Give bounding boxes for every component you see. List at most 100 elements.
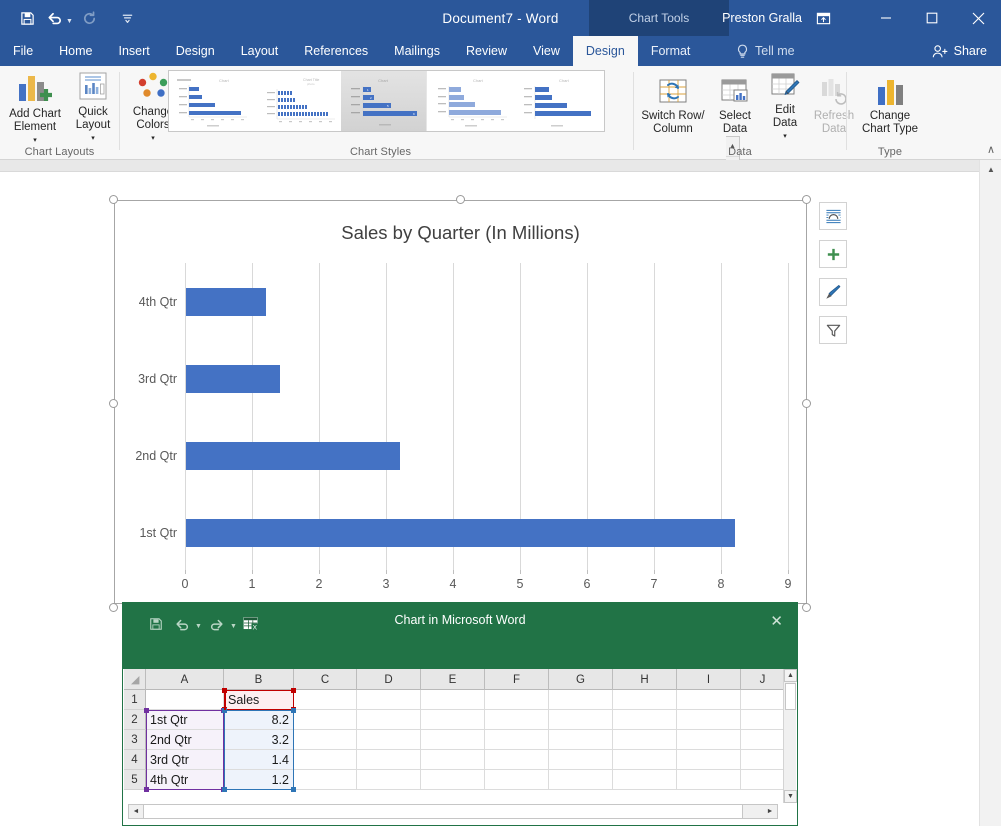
cell-e3[interactable] — [421, 730, 485, 750]
cell-f1[interactable] — [485, 690, 549, 710]
add-chart-element-button[interactable]: Add Chart Element ▾ — [2, 71, 68, 144]
chart-plot-area[interactable]: 4th Qtr 3rd Qtr 2nd Qtr 1st Qtr 0 1 2 3 … — [135, 263, 791, 591]
row-header-5[interactable]: 5 — [124, 770, 146, 790]
cell-a4[interactable]: 3rd Qtr — [146, 750, 224, 770]
close-button[interactable] — [955, 0, 1001, 36]
cell-f5[interactable] — [485, 770, 549, 790]
chart-style-thumbnail-4[interactable]: Chart — [427, 71, 513, 131]
layout-options-icon[interactable] — [819, 202, 847, 230]
quick-layout-dropdown-icon[interactable]: ▾ — [91, 132, 95, 145]
quick-layout-button[interactable]: Quick Layout ▾ — [60, 71, 126, 143]
cell-e2[interactable] — [421, 710, 485, 730]
chart-style-thumbnail-2[interactable]: Chart Title photo — [255, 71, 341, 131]
row-header-3[interactable]: 3 — [124, 730, 146, 750]
cell-d3[interactable] — [357, 730, 421, 750]
chart-handle-e[interactable] — [802, 399, 811, 408]
chart-styles-icon[interactable] — [819, 278, 847, 306]
row-header-1[interactable]: 1 — [124, 690, 146, 710]
bar-2nd-qtr[interactable]: 2nd Qtr — [135, 442, 400, 470]
datasheet-vscroll-thumb[interactable] — [785, 683, 796, 710]
cell-a1[interactable] — [146, 690, 224, 710]
cell-c1[interactable] — [294, 690, 357, 710]
cell-a2[interactable]: 1st Qtr — [146, 710, 224, 730]
edit-data-button[interactable]: Edit Data ▾ — [760, 71, 810, 143]
column-header-h[interactable]: H — [613, 669, 677, 690]
datasheet-scroll-down-icon[interactable]: ▼ — [784, 790, 797, 803]
cell-i5[interactable] — [677, 770, 741, 790]
bar-4th-qtr[interactable]: 4th Qtr — [139, 288, 266, 316]
chart-style-thumbnail-5[interactable]: Chart — [513, 71, 599, 131]
datasheet-scroll-up-icon[interactable]: ▲ — [784, 669, 797, 682]
chart-handle-nw[interactable] — [109, 195, 118, 204]
document-vertical-scrollbar[interactable]: ▲ — [979, 160, 1001, 826]
collapse-ribbon-icon[interactable]: ∧ — [987, 143, 995, 156]
chart-handle-se[interactable] — [802, 603, 811, 612]
column-header-e[interactable]: E — [421, 669, 485, 690]
cell-a5[interactable]: 4th Qtr — [146, 770, 224, 790]
cell-d2[interactable] — [357, 710, 421, 730]
cell-b3[interactable]: 3.2 — [224, 730, 294, 750]
datasheet-scroll-left-icon[interactable]: ◄ — [129, 805, 143, 818]
tab-view[interactable]: View — [520, 36, 573, 66]
document-scroll-up-icon[interactable]: ▲ — [980, 160, 1001, 178]
cell-b4[interactable]: 1.4 — [224, 750, 294, 770]
column-header-f[interactable]: F — [485, 669, 549, 690]
column-header-i[interactable]: I — [677, 669, 741, 690]
cell-c4[interactable] — [294, 750, 357, 770]
datasheet-vertical-scrollbar[interactable]: ▲ ▼ — [783, 669, 797, 803]
tab-mailings[interactable]: Mailings — [381, 36, 453, 66]
column-header-d[interactable]: D — [357, 669, 421, 690]
cell-j3[interactable] — [741, 730, 785, 750]
chart-title[interactable]: Sales by Quarter (In Millions) — [114, 222, 807, 244]
bar-3rd-qtr[interactable]: 3rd Qtr — [138, 365, 280, 393]
cell-i2[interactable] — [677, 710, 741, 730]
cell-b1[interactable]: Sales — [224, 690, 294, 710]
tab-review[interactable]: Review — [453, 36, 520, 66]
cell-c5[interactable] — [294, 770, 357, 790]
cell-f2[interactable] — [485, 710, 549, 730]
cell-g4[interactable] — [549, 750, 613, 770]
cell-h1[interactable] — [613, 690, 677, 710]
tab-home[interactable]: Home — [46, 36, 105, 66]
column-header-j[interactable]: J — [741, 669, 785, 690]
cell-b2[interactable]: 8.2 — [224, 710, 294, 730]
minimize-button[interactable] — [863, 0, 909, 36]
tab-chart-design[interactable]: Design — [572, 36, 638, 66]
tab-references[interactable]: References — [291, 36, 381, 66]
document-page[interactable]: Sales by Quarter (In Millions) 4th Qtr 3… — [0, 171, 979, 826]
cell-h4[interactable] — [613, 750, 677, 770]
datasheet-close-button[interactable]: ✕ — [770, 612, 783, 630]
cell-j1[interactable] — [741, 690, 785, 710]
cell-c3[interactable] — [294, 730, 357, 750]
chart-handle-w[interactable] — [109, 399, 118, 408]
chart-style-thumbnail-3[interactable]: Chart 1259 — [341, 71, 427, 131]
cell-g2[interactable] — [549, 710, 613, 730]
tab-insert[interactable]: Insert — [106, 36, 163, 66]
cell-j5[interactable] — [741, 770, 785, 790]
cell-i1[interactable] — [677, 690, 741, 710]
select-data-button[interactable]: Select Data — [710, 71, 760, 143]
maximize-button[interactable] — [909, 0, 955, 36]
cell-j2[interactable] — [741, 710, 785, 730]
user-name[interactable]: Preston Gralla — [722, 11, 802, 25]
tab-design[interactable]: Design — [163, 36, 228, 66]
cell-a3[interactable]: 2nd Qtr — [146, 730, 224, 750]
chart-object[interactable]: Sales by Quarter (In Millions) 4th Qtr 3… — [109, 195, 811, 612]
ribbon-display-options-icon[interactable] — [816, 11, 831, 26]
datasheet-scroll-right-icon[interactable]: ► — [763, 805, 777, 818]
row-header-2[interactable]: 2 — [124, 710, 146, 730]
column-header-c[interactable]: C — [294, 669, 357, 690]
cell-e4[interactable] — [421, 750, 485, 770]
cell-e1[interactable] — [421, 690, 485, 710]
bar-1st-qtr[interactable]: 1st Qtr — [139, 519, 735, 547]
chart-filters-icon[interactable] — [819, 316, 847, 344]
datasheet-grid[interactable]: A B C D E F G H I J 1 2 3 4 5 Sales 1st … — [124, 669, 785, 803]
cell-b5[interactable]: 1.2 — [224, 770, 294, 790]
select-all-corner[interactable] — [124, 669, 146, 690]
cell-h3[interactable] — [613, 730, 677, 750]
cell-g5[interactable] — [549, 770, 613, 790]
cell-d1[interactable] — [357, 690, 421, 710]
tab-file[interactable]: File — [0, 36, 46, 66]
cell-i3[interactable] — [677, 730, 741, 750]
datasheet-horizontal-scrollbar[interactable]: ◄ ► — [128, 804, 778, 819]
